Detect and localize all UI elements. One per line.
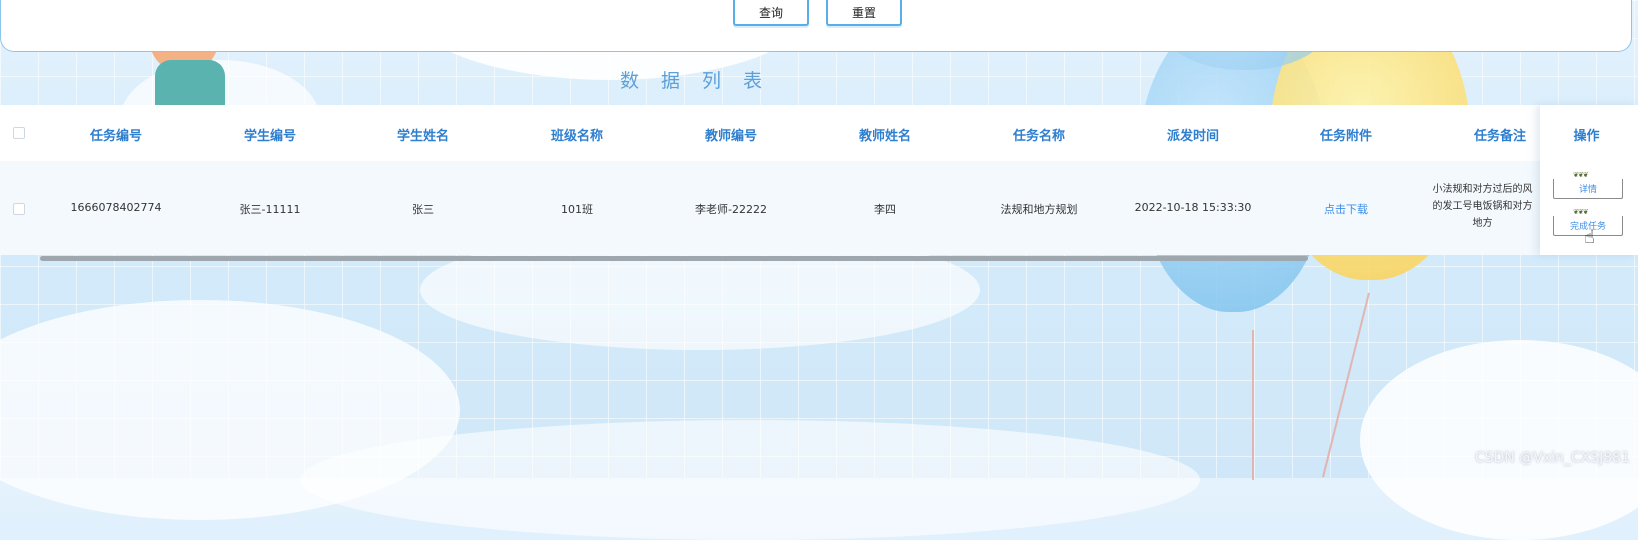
column-header-actions: 操作 bbox=[1573, 129, 1600, 144]
cloud-decoration bbox=[300, 420, 1200, 540]
cell-teacher-name: 李四 bbox=[874, 203, 896, 216]
column-header-teacher-no: 教师编号 bbox=[704, 129, 758, 144]
search-panel: 查询 重置 bbox=[0, 0, 1632, 52]
vine-decoration-icon: ❦❦❦ bbox=[1573, 171, 1589, 179]
select-all-checkbox[interactable] bbox=[13, 127, 25, 139]
hand-cursor-icon: ☝ bbox=[1584, 227, 1595, 248]
table-header: 任务编号 学生编号 学生姓名 班级名称 教师编号 教师姓名 任务名称 派发时间 … bbox=[0, 105, 1638, 162]
column-header-student-name: 学生姓名 bbox=[396, 129, 450, 144]
horizontal-scrollbar[interactable] bbox=[40, 256, 1308, 261]
column-header-remark: 任务备注 bbox=[1473, 129, 1527, 144]
remark-line: 的发工号电饭锅和对方 bbox=[1432, 201, 1533, 212]
cell-student-name: 张三 bbox=[412, 203, 434, 216]
remark-line: 地方 bbox=[1472, 218, 1493, 229]
detail-button[interactable]: 详情 bbox=[1553, 179, 1623, 199]
column-header-student-no: 学生编号 bbox=[243, 129, 297, 144]
column-header-teacher-name: 教师姓名 bbox=[858, 129, 912, 144]
query-button[interactable]: 查询 bbox=[733, 0, 809, 26]
watermark: CSDN @Vxin_CXSJ881 bbox=[1474, 450, 1630, 466]
column-header-task-name: 任务名称 bbox=[1012, 129, 1066, 144]
character-illustration bbox=[155, 60, 225, 106]
column-header-dispatch-time: 派发时间 bbox=[1166, 129, 1220, 144]
cell-task-name: 法规和地方规划 bbox=[1000, 203, 1078, 216]
cell-task-no: 1666078402774 bbox=[70, 201, 162, 214]
cell-teacher-no: 李老师-22222 bbox=[695, 203, 767, 216]
column-header-attachment: 任务附件 bbox=[1319, 129, 1373, 144]
column-header-task-no: 任务编号 bbox=[89, 129, 143, 144]
table-row: 1666078402774 张三-11111 张三 101班 李老师-22222… bbox=[0, 161, 1638, 255]
cell-dispatch-time: 2022-10-18 15:33:30 bbox=[1134, 201, 1252, 214]
reset-button[interactable]: 重置 bbox=[826, 0, 902, 26]
column-header-class-name: 班级名称 bbox=[550, 129, 604, 144]
remark-line: 小法规和对方过后的风 bbox=[1432, 184, 1533, 195]
row-checkbox[interactable] bbox=[13, 203, 25, 215]
cell-class-name: 101班 bbox=[561, 203, 593, 216]
cell-remark: 小法规和对方过后的风 的发工号电饭锅和对方 地方 bbox=[1425, 181, 1540, 232]
list-title: 数据列表 bbox=[620, 70, 785, 92]
download-attachment-link[interactable]: 点击下载 bbox=[1324, 201, 1368, 217]
balloon-string bbox=[1252, 330, 1254, 480]
cell-student-no: 张三-11111 bbox=[239, 203, 301, 216]
data-table: 任务编号 学生编号 学生姓名 班级名称 教师编号 教师姓名 任务名称 派发时间 … bbox=[0, 105, 1638, 255]
vine-decoration-icon: ❦❦❦ bbox=[1573, 208, 1589, 216]
